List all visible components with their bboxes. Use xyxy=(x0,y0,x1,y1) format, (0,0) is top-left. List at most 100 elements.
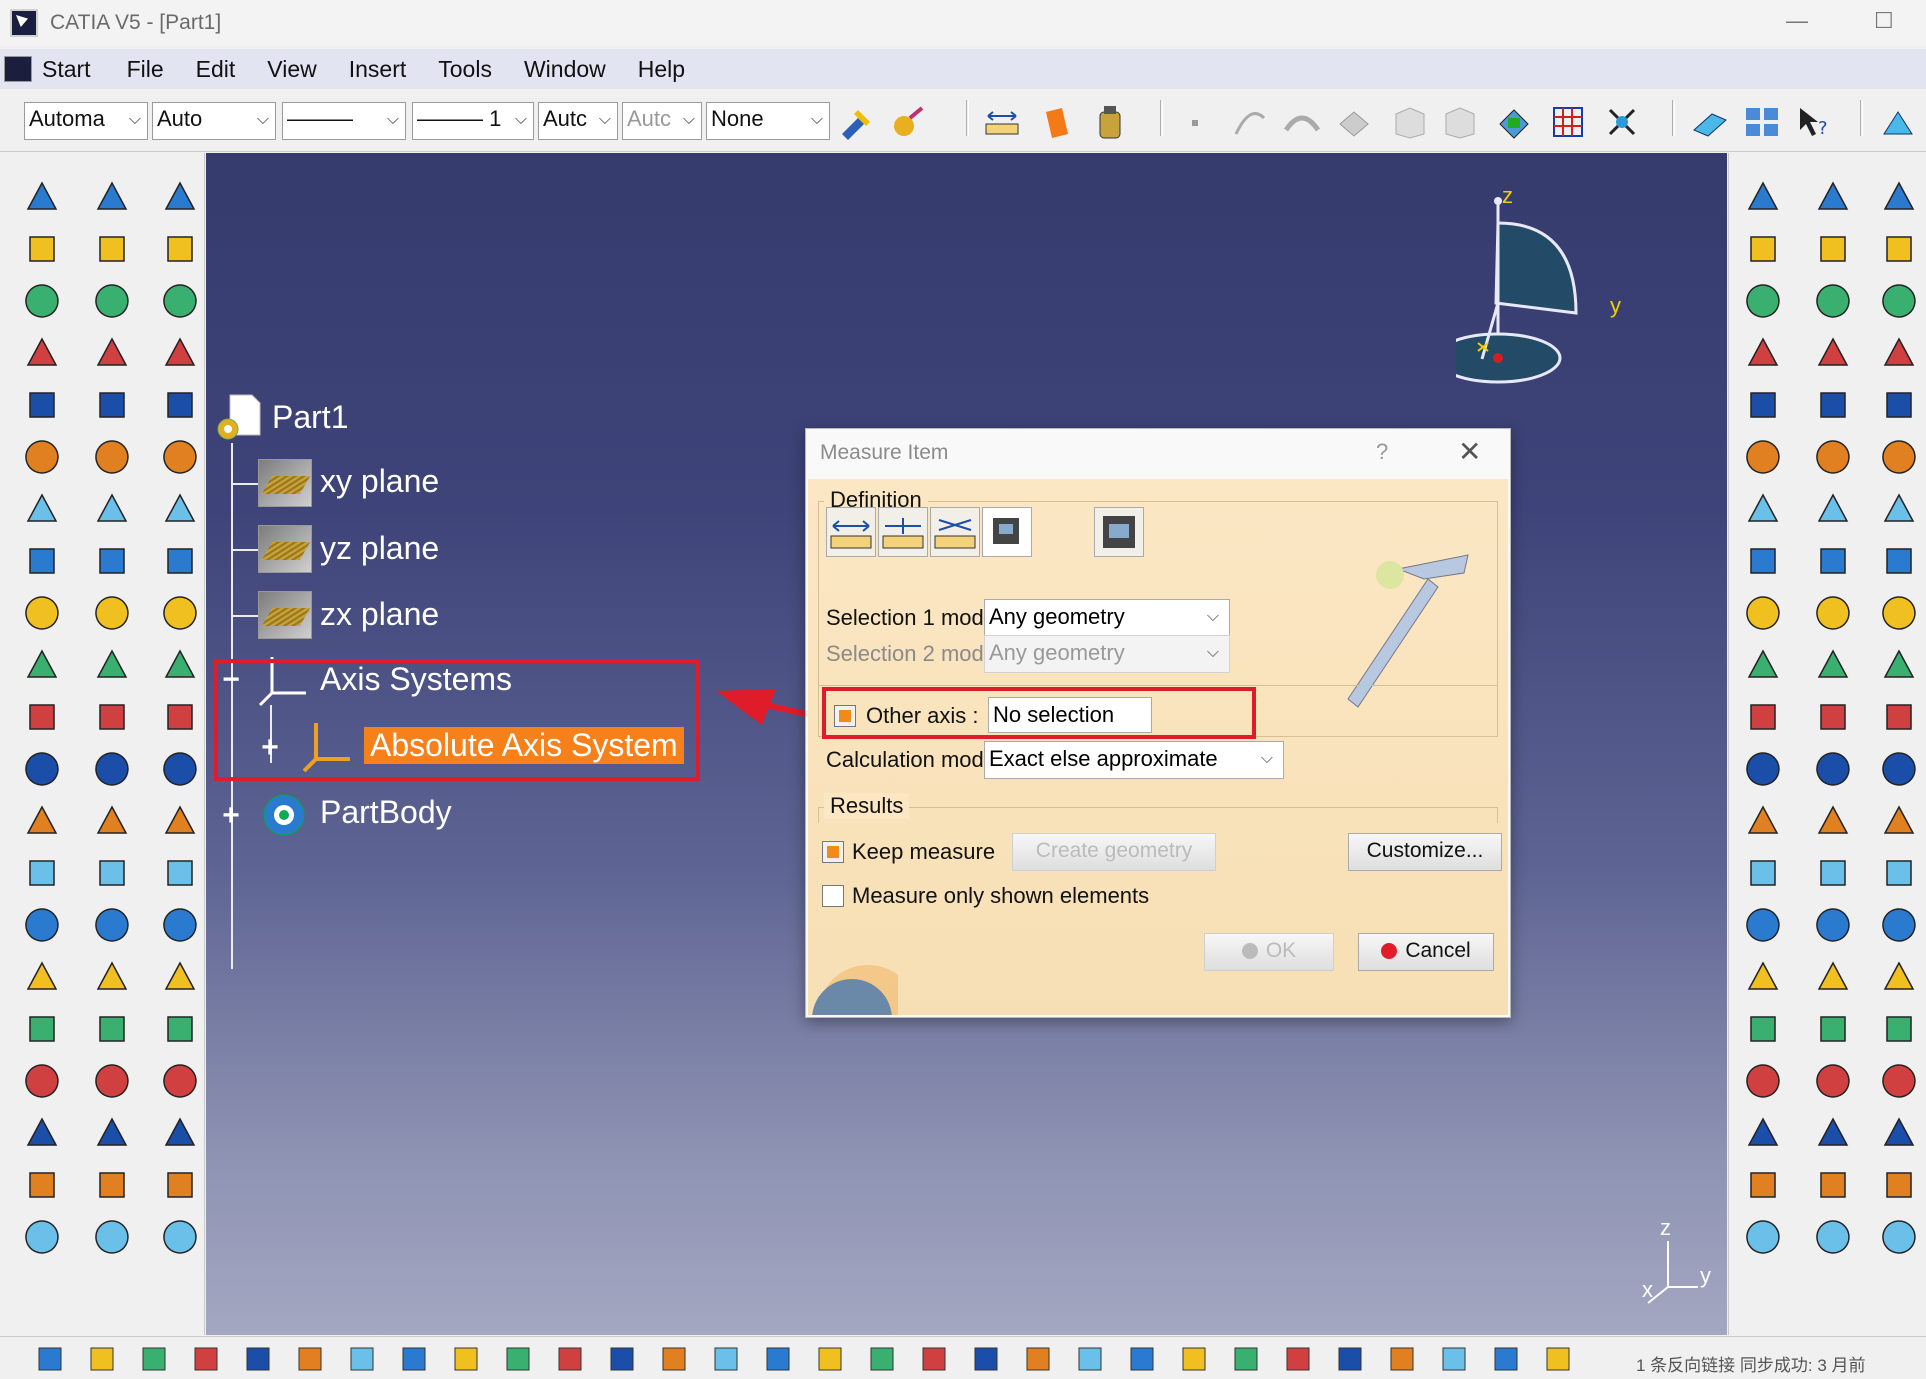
bottom-tool-icon[interactable] xyxy=(1334,1343,1366,1375)
left-tool-icon[interactable] xyxy=(160,697,200,737)
tree-xy-plane[interactable]: xy plane xyxy=(320,463,439,500)
left-tool-icon[interactable] xyxy=(160,645,200,685)
right-tool-icon[interactable] xyxy=(1879,1113,1919,1153)
menu-tools[interactable]: Tools xyxy=(438,56,492,83)
tree-zx-plane[interactable]: zx plane xyxy=(320,596,439,633)
left-tool-icon[interactable] xyxy=(22,1113,62,1153)
transparency-combo[interactable]: Auto ⌵ xyxy=(152,102,276,140)
left-tool-icon[interactable] xyxy=(22,593,62,633)
right-tool-icon[interactable] xyxy=(1813,1113,1853,1153)
bottom-tool-icon[interactable] xyxy=(346,1343,378,1375)
layer-name-combo[interactable]: None ⌵ xyxy=(706,102,830,140)
left-tool-icon[interactable] xyxy=(160,489,200,529)
left-tool-icon[interactable] xyxy=(92,1165,132,1205)
right-tool-icon[interactable] xyxy=(1813,1165,1853,1205)
bottom-tool-icon[interactable] xyxy=(606,1343,638,1375)
left-tool-icon[interactable] xyxy=(92,697,132,737)
bottom-tool-icon[interactable] xyxy=(970,1343,1002,1375)
bottom-tool-icon[interactable] xyxy=(1282,1343,1314,1375)
menu-start[interactable]: Start xyxy=(42,56,91,83)
menu-window[interactable]: Window xyxy=(524,56,606,83)
left-tool-icon[interactable] xyxy=(22,385,62,425)
measure-mode-chain-button[interactable] xyxy=(878,507,928,557)
left-tool-icon[interactable] xyxy=(160,1113,200,1153)
left-tool-icon[interactable] xyxy=(160,1217,200,1257)
right-tool-icon[interactable] xyxy=(1879,281,1919,321)
left-tool-icon[interactable] xyxy=(22,1061,62,1101)
right-tool-icon[interactable] xyxy=(1813,1009,1853,1049)
tree-part-label[interactable]: Part1 xyxy=(272,399,348,436)
right-tool-icon[interactable] xyxy=(1743,229,1783,269)
linetype-combo[interactable]: ——— ⌵ xyxy=(282,102,406,140)
right-tool-icon[interactable] xyxy=(1879,749,1919,789)
left-tool-icon[interactable] xyxy=(92,437,132,477)
measure-mode-fan-button[interactable] xyxy=(930,507,980,557)
left-tool-icon[interactable] xyxy=(160,801,200,841)
right-tool-icon[interactable] xyxy=(1743,333,1783,373)
right-tool-icon[interactable] xyxy=(1813,229,1853,269)
right-tool-icon[interactable] xyxy=(1743,593,1783,633)
left-tool-icon[interactable] xyxy=(22,281,62,321)
bottom-tool-icon[interactable] xyxy=(1490,1343,1522,1375)
bottom-tool-icon[interactable] xyxy=(242,1343,274,1375)
left-tool-icon[interactable] xyxy=(160,437,200,477)
right-tool-icon[interactable] xyxy=(1813,281,1853,321)
right-tool-icon[interactable] xyxy=(1743,905,1783,945)
multi-view-icon[interactable] xyxy=(1744,104,1780,140)
left-tool-icon[interactable] xyxy=(92,333,132,373)
bottom-tool-icon[interactable] xyxy=(814,1343,846,1375)
help-button[interactable]: ? xyxy=(1376,439,1388,465)
cancel-button[interactable]: Cancel xyxy=(1358,933,1494,971)
right-tool-icon[interactable] xyxy=(1813,1217,1853,1257)
right-tool-icon[interactable] xyxy=(1813,541,1853,581)
left-tool-icon[interactable] xyxy=(22,333,62,373)
bottom-tool-icon[interactable] xyxy=(190,1343,222,1375)
bottom-tool-icon[interactable] xyxy=(866,1343,898,1375)
measure-mode-between-button[interactable] xyxy=(826,507,876,557)
left-tool-icon[interactable] xyxy=(22,905,62,945)
part-icon[interactable] xyxy=(216,393,266,443)
left-tool-icon[interactable] xyxy=(22,177,62,217)
left-tool-icon[interactable] xyxy=(160,905,200,945)
left-tool-icon[interactable] xyxy=(92,749,132,789)
user-tools-icon[interactable] xyxy=(1880,104,1916,140)
left-tool-icon[interactable] xyxy=(22,437,62,477)
left-tool-icon[interactable] xyxy=(160,1165,200,1205)
menu-view[interactable]: View xyxy=(267,56,316,83)
left-tool-icon[interactable] xyxy=(92,177,132,217)
right-tool-icon[interactable] xyxy=(1813,697,1853,737)
left-tool-icon[interactable] xyxy=(160,177,200,217)
left-tool-icon[interactable] xyxy=(92,541,132,581)
compass-icon[interactable] xyxy=(1456,183,1606,393)
right-tool-icon[interactable] xyxy=(1879,229,1919,269)
tree-partbody[interactable]: PartBody xyxy=(320,794,452,831)
left-tool-icon[interactable] xyxy=(160,541,200,581)
left-tool-icon[interactable] xyxy=(92,1113,132,1153)
bottom-tool-icon[interactable] xyxy=(1438,1343,1470,1375)
selection-1-select[interactable]: Any geometry ⌵ xyxy=(984,599,1230,637)
right-tool-icon[interactable] xyxy=(1879,1009,1919,1049)
right-tool-icon[interactable] xyxy=(1743,385,1783,425)
right-tool-icon[interactable] xyxy=(1743,697,1783,737)
apply-material-icon[interactable] xyxy=(890,104,926,140)
expand-icon[interactable]: + xyxy=(219,801,243,831)
calculation-mode-select[interactable]: Exact else approximate ⌵ xyxy=(984,741,1284,779)
right-tool-icon[interactable] xyxy=(1813,645,1853,685)
right-tool-icon[interactable] xyxy=(1743,1217,1783,1257)
left-tool-icon[interactable] xyxy=(22,489,62,529)
right-tool-icon[interactable] xyxy=(1813,905,1853,945)
left-tool-icon[interactable] xyxy=(22,645,62,685)
left-tool-icon[interactable] xyxy=(22,1217,62,1257)
menu-insert[interactable]: Insert xyxy=(349,56,407,83)
right-tool-icon[interactable] xyxy=(1743,1165,1783,1205)
left-tool-icon[interactable] xyxy=(92,905,132,945)
menu-edit[interactable]: Edit xyxy=(196,56,236,83)
right-tool-icon[interactable] xyxy=(1743,281,1783,321)
bottom-tool-icon[interactable] xyxy=(1074,1343,1106,1375)
left-tool-icon[interactable] xyxy=(92,1217,132,1257)
menu-help[interactable]: Help xyxy=(638,56,685,83)
close-icon[interactable]: ✕ xyxy=(1458,435,1481,468)
measure-thickness-button[interactable] xyxy=(1094,507,1144,557)
left-tool-icon[interactable] xyxy=(92,801,132,841)
left-tool-icon[interactable] xyxy=(92,385,132,425)
